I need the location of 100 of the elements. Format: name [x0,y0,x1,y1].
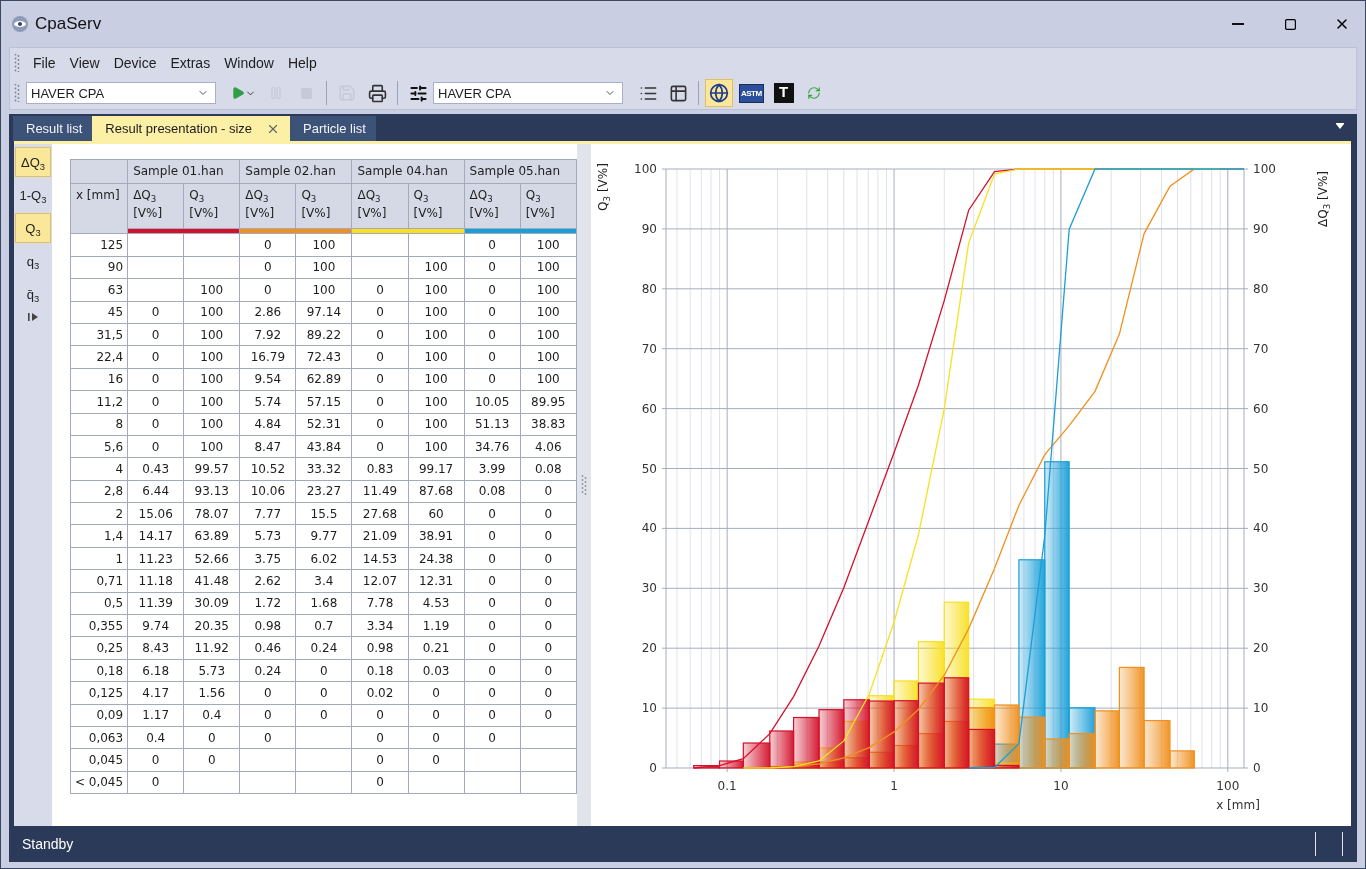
table-cell: 0 [464,547,521,570]
tab[interactable]: Result presentation - size [92,116,291,141]
table-cell: 78.07 [183,502,240,525]
view-mode-button[interactable]: Q$_{3}$ [14,213,51,243]
profile-dropdown[interactable]: HAVER CPA [26,82,216,104]
table-cell: 63.89 [183,524,240,548]
axis-tick-label: 80 [641,281,658,296]
table-cell: 100 [408,435,465,458]
table-cell: 0 [408,748,465,772]
table-cell: 8.47 [239,435,296,458]
sample-header: Sample 04.han [351,159,465,184]
table-cell: 0 [520,614,577,637]
table-cell: 3.75 [239,547,296,570]
table-cell: 100 [183,390,240,413]
axis-tick-label: 1 [890,779,898,793]
table-cell: 0 [239,681,296,705]
table-cell: 4 [70,457,128,481]
table-cell: 100 [520,368,577,391]
table-cell: 100 [408,413,465,436]
printer-icon [367,83,387,103]
table-cell: 100 [295,256,352,279]
table-cell: 0 [464,524,521,548]
header-cell [70,159,128,184]
table-cell: 0 [464,681,521,705]
table-cell: 23.27 [295,480,352,503]
view-mode-button[interactable]: ΔQ$_{3}$ [14,147,51,177]
splitter-grip-icon[interactable] [580,474,587,496]
table-cell: 34.76 [464,435,521,458]
table-cell: 9.54 [239,368,296,391]
axis-tick-label: 0 [649,761,658,775]
view-mode-button[interactable]: q̄$_{3}$ [14,279,51,309]
table-cell: 100 [183,413,240,436]
tab[interactable]: Result list [13,116,93,141]
table-cell: 0 [295,704,352,727]
table-cell: 33.32 [295,457,352,481]
histogram-bar [793,716,820,769]
table-cell: 10.05 [464,390,521,413]
view-mode-button[interactable]: q$_{3}$ [14,246,51,276]
table-cell: 11.18 [127,569,184,593]
menu-item[interactable]: File [26,51,63,74]
settings-icon [408,83,428,103]
globe-button[interactable] [705,79,733,107]
table-cell: 16 [70,368,128,391]
table-cell: 0 [351,704,409,727]
table-cell: 0 [351,323,409,346]
table-cell: 21.09 [351,524,409,548]
table-cell: 0,5 [70,592,128,615]
menu-item[interactable]: View [62,51,107,74]
axis-tick-label: 90 [641,221,658,236]
profile-dropdown[interactable]: HAVER CPA [433,82,623,104]
table-cell: 12.31 [408,569,465,593]
table-cell: 27.68 [351,502,409,525]
table-cell: 11.39 [127,592,184,615]
menu-item[interactable]: Window [217,51,281,74]
minimize-icon [1232,23,1244,25]
table-cell: 43.84 [295,435,352,458]
table-cell: 7.77 [239,502,296,525]
table-cell: 7.92 [239,323,296,346]
axis-tick-label: 20 [641,641,658,656]
table-cell: 0 [520,547,577,570]
axis-tick-label: 40 [641,521,658,536]
table-cell: 0 [351,368,409,391]
refresh-icon [806,86,821,100]
table-cell: 31,5 [70,323,128,346]
globe-icon [709,83,729,103]
table-cell: 0.08 [520,457,577,481]
sample-header: Sample 01.han [127,159,240,184]
tab[interactable]: Particle list [290,116,376,141]
table-cell: 0 [464,592,521,615]
menu-item[interactable]: Device [106,51,164,74]
table-cell: 8.43 [127,636,184,660]
table-cell: 100 [520,345,577,369]
dropdown-arrow-icon[interactable] [1335,123,1345,131]
menu-item[interactable]: Help [280,51,324,74]
menu-item[interactable]: Extras [163,51,218,74]
table-cell: 60 [408,502,465,525]
table-cell: 100 [520,256,577,279]
table-cell: 0 [239,256,296,279]
window-title: CpaServ [35,14,102,34]
table-cell: 0.24 [239,659,296,682]
table-icon [668,83,688,103]
table-cell: 0 [239,278,296,302]
column-header: Q$_{3}$ [V%] [408,183,465,229]
table-cell: 0 [464,368,521,391]
view-mode-button[interactable]: 1-Q$_{3}$ [14,180,51,210]
table-cell: 0 [351,748,409,772]
table-cell: 0 [464,569,521,593]
table-cell: 100 [183,368,240,391]
table-cell: 100 [183,435,240,458]
table-cell: 125 [70,233,128,257]
table-cell: 0 [520,704,577,727]
table-cell: 5.73 [239,524,296,548]
table-cell: 1.19 [408,614,465,637]
table-cell: 100 [408,278,465,302]
column-header: ΔQ$_{3}$ [V%] [351,183,409,229]
more-icon[interactable] [25,312,40,322]
grip-icon[interactable] [14,53,20,72]
table-cell: 0,09 [70,704,128,727]
grip-icon[interactable] [14,84,20,102]
table-cell: 0 [464,345,521,369]
